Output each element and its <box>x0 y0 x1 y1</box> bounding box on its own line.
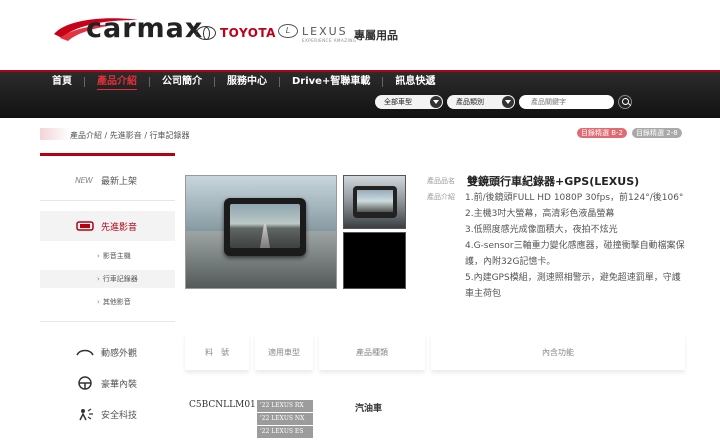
car-model-select-value: 全部車型 <box>384 98 412 106</box>
nav-products[interactable]: 產品介紹 <box>85 72 149 92</box>
spec-table-header: 料 號 適用車型 產品種類 內含功能 <box>185 334 685 370</box>
sidebar-sub-other-av[interactable]: 其他影音 <box>40 293 175 311</box>
car-exterior-icon <box>76 349 94 356</box>
lexus-tagline: EXPERIENCE AMAZING <box>302 38 357 43</box>
sidebar-item-safety[interactable]: 安全科技 <box>40 399 175 429</box>
description-line: 2.主機3吋大螢幕，高清彩色液晶螢幕 <box>465 209 615 219</box>
applicable-models: '22 LEXUS RX '22 LEXUS NX '22 LEXUS ES <box>257 400 313 439</box>
model-tag: '22 LEXUS NX <box>257 413 313 425</box>
nav-service[interactable]: 服務中心 <box>215 72 279 92</box>
steering-wheel-icon <box>78 376 92 390</box>
nav-about[interactable]: 公司簡介 <box>150 72 214 92</box>
description-line: 4.G-sensor三軸重力變化感應器，碰撞衝擊自動檔案保護，內附32G記憶卡。 <box>465 241 685 267</box>
model-tag: '22 LEXUS ES <box>257 426 313 438</box>
dashcam-screen <box>230 204 300 248</box>
new-icon: NEW <box>75 175 93 185</box>
description-line: 3.低照度感光成像面積大，夜拍不炫光 <box>465 225 618 235</box>
nav-home[interactable]: 首頁 <box>40 72 84 92</box>
toyota-brand: TOYOTA <box>196 26 276 40</box>
model-tag: '22 LEXUS RX <box>257 400 313 412</box>
sidebar-item-interior[interactable]: 豪華內裝 <box>40 368 175 398</box>
product-main-image[interactable] <box>185 175 337 289</box>
header-product-type: 產品種類 <box>319 334 425 370</box>
sidebar-sub-label: 行車記錄器 <box>97 274 138 284</box>
sidebar-item-label: 先進影音 <box>101 222 138 233</box>
chevron-down-icon <box>502 96 514 108</box>
product-desc-label: 產品介紹 <box>427 193 455 201</box>
product-name-label: 產品品名 <box>427 177 455 185</box>
sidebar-sub-head-unit[interactable]: 影音主機 <box>40 247 175 265</box>
sidebar-item-label: 動感外觀 <box>101 348 138 359</box>
sidebar-sub-label: 其他影音 <box>97 297 131 307</box>
catalog-badges: 目錄精選 B-2 目錄精選 2-8 <box>577 128 682 138</box>
lexus-wordmark: LEXUS <box>302 24 348 38</box>
toyota-wordmark: TOYOTA <box>220 26 276 40</box>
sidebar-item-label: 豪華內裝 <box>101 379 138 390</box>
catalog-badge[interactable]: 目錄精選 B-2 <box>577 128 628 138</box>
nav-news[interactable]: 訊息快遞 <box>383 72 447 92</box>
toyota-emblem-icon <box>196 26 216 40</box>
description-line: 5.內建GPS模組，測速照相警示，避免超速罰單，守護車主荷包 <box>465 273 681 299</box>
breadcrumb[interactable]: 產品介紹 / 先進影音 / 行車記錄器 <box>70 130 190 141</box>
header-applicable-models: 適用車型 <box>255 334 313 370</box>
site-header: carmax TOYOTA L LEXUS EXPERIENCE AMAZING… <box>0 0 720 70</box>
sidebar-divider <box>40 321 175 322</box>
product-thumbnail[interactable] <box>343 175 406 229</box>
sidebar-item-av[interactable]: 先進影音 <box>40 211 175 241</box>
product-description: 1.前/後鏡頭FULL HD 1080P 30fps，前124°/後106° 2… <box>465 190 687 302</box>
screen-icon <box>76 221 94 231</box>
sidebar-item-exterior[interactable]: 動感外觀 <box>40 337 175 367</box>
main-nav: 首頁 產品介紹 公司簡介 服務中心 Drive+智聯車載 訊息快遞 <box>40 72 447 92</box>
part-number: C5BCNLLM01 <box>189 400 256 410</box>
exclusive-accessories-label: 專屬用品 <box>354 29 398 42</box>
sidebar-sub-dashcam[interactable]: 行車記錄器 <box>40 270 175 288</box>
lexus-emblem-icon: L <box>278 24 298 38</box>
sidebar-item-new[interactable]: NEW 最新上架 <box>40 165 175 195</box>
lexus-brand: L LEXUS <box>278 24 348 38</box>
description-line: 1.前/後鏡頭FULL HD 1080P 30fps，前124°/後106° <box>465 193 684 203</box>
product-title: 雙鏡頭行車紀錄器+GPS(LEXUS) <box>467 175 640 188</box>
breadcrumb-underline <box>40 153 175 156</box>
chevron-down-icon <box>430 96 442 108</box>
page: carmax TOYOTA L LEXUS EXPERIENCE AMAZING… <box>0 0 720 448</box>
header-features: 內含功能 <box>431 334 685 370</box>
product-type: 汽油車 <box>355 404 383 414</box>
sidebar-item-label: 最新上架 <box>101 176 138 187</box>
car-model-select[interactable]: 全部車型 <box>375 95 443 109</box>
catalog-badge[interactable]: 目錄精選 2-8 <box>632 128 682 138</box>
sidebar-item-label: 安全科技 <box>101 410 138 421</box>
safety-icon <box>79 408 93 421</box>
keyword-search-input[interactable] <box>519 95 614 109</box>
carmax-logo[interactable]: carmax <box>86 13 203 44</box>
nav-drive-plus[interactable]: Drive+智聯車載 <box>280 72 382 92</box>
dashcam-thumbnail-photo <box>353 186 397 218</box>
sidebar-divider <box>40 200 175 201</box>
search-button[interactable] <box>618 95 632 109</box>
category-select[interactable]: 產品類別 <box>447 95 515 109</box>
category-select-value: 產品類別 <box>456 98 484 106</box>
breadcrumb-accent <box>40 128 70 140</box>
product-search: 全部車型 產品類別 <box>375 95 632 109</box>
product-thumbnail-empty[interactable] <box>343 232 406 289</box>
dashcam-photo <box>224 198 306 256</box>
sidebar-sub-label: 影音主機 <box>97 251 131 261</box>
header-part-number: 料 號 <box>185 334 249 370</box>
